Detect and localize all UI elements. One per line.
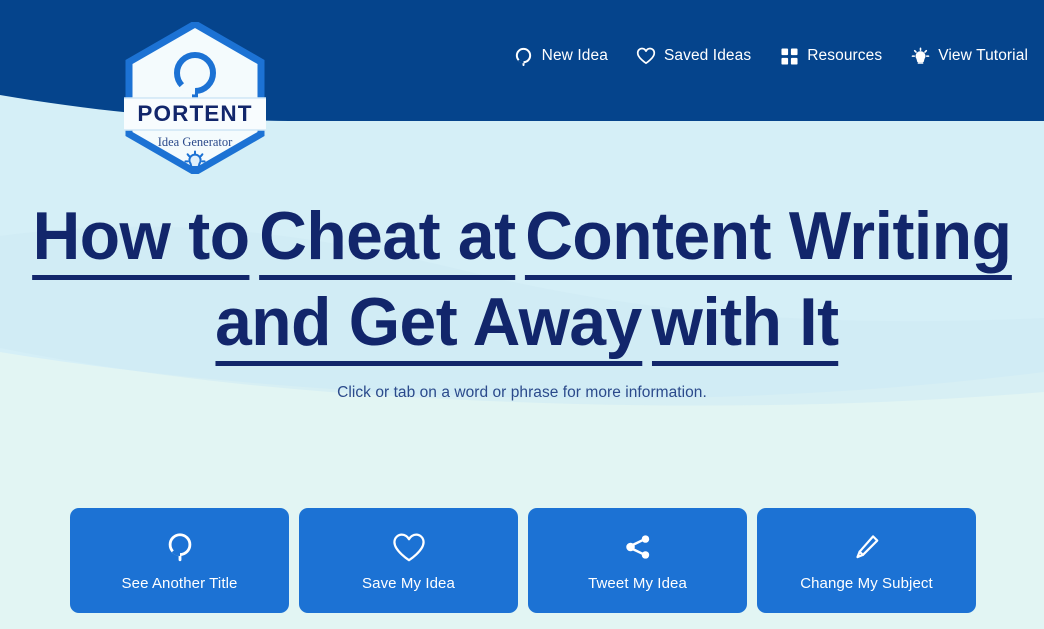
- logo-tagline: Idea Generator: [158, 135, 233, 149]
- see-another-title-label: See Another Title: [121, 575, 238, 592]
- logo-wordmark: PORTENT: [137, 101, 252, 126]
- new-idea-loop-icon: [514, 46, 534, 66]
- pencil-icon: [853, 530, 881, 564]
- save-my-idea-button[interactable]: Save My Idea: [299, 508, 518, 613]
- save-my-idea-label: Save My Idea: [362, 575, 455, 592]
- tweet-my-idea-label: Tweet My Idea: [588, 575, 687, 592]
- headline-hint-text: Click or tab on a word or phrase for mor…: [337, 384, 707, 401]
- headline-section: How to Cheat at Content Writingand Get Awa…: [0, 198, 1044, 402]
- nav-item-resources[interactable]: Resources: [779, 46, 882, 66]
- headline-phrase-4[interactable]: and Get Away: [215, 284, 642, 366]
- lightbulb-icon: [910, 46, 930, 66]
- action-button-row: See Another Title Save My Idea Tweet My …: [70, 508, 976, 613]
- tweet-my-idea-button[interactable]: Tweet My Idea: [528, 508, 747, 613]
- page-title: How to Cheat at Content Writingand Get Awa…: [16, 198, 1029, 370]
- refresh-loop-icon: [164, 530, 196, 564]
- headline-phrase-3[interactable]: Content Writing: [525, 198, 1012, 280]
- change-my-subject-label: Change My Subject: [800, 575, 933, 592]
- heart-icon: [392, 530, 426, 564]
- portent-logo-badge[interactable]: PORTENT Idea Generator: [124, 19, 266, 177]
- headline-phrase-2[interactable]: Cheat at: [259, 198, 516, 280]
- nav-label-new-idea: New Idea: [541, 47, 608, 65]
- share-icon: [624, 530, 652, 564]
- change-my-subject-button[interactable]: Change My Subject: [757, 508, 976, 613]
- see-another-title-button[interactable]: See Another Title: [70, 508, 289, 613]
- nav-label-saved-ideas: Saved Ideas: [663, 47, 752, 65]
- nav-label-view-tutorial: View Tutorial: [938, 47, 1028, 65]
- primary-navigation: New Idea Saved Ideas Resources View Tuto…: [514, 46, 1028, 66]
- nav-label-resources: Resources: [807, 47, 883, 65]
- nav-item-new-idea[interactable]: New Idea: [514, 46, 608, 66]
- headline-phrase-5[interactable]: with It: [651, 284, 839, 366]
- nav-item-saved-ideas[interactable]: Saved Ideas: [636, 46, 751, 66]
- headline-phrase-1[interactable]: How to: [32, 198, 250, 280]
- heart-icon: [636, 46, 656, 66]
- nav-item-view-tutorial[interactable]: View Tutorial: [910, 46, 1028, 66]
- grid-squares-icon: [779, 46, 799, 66]
